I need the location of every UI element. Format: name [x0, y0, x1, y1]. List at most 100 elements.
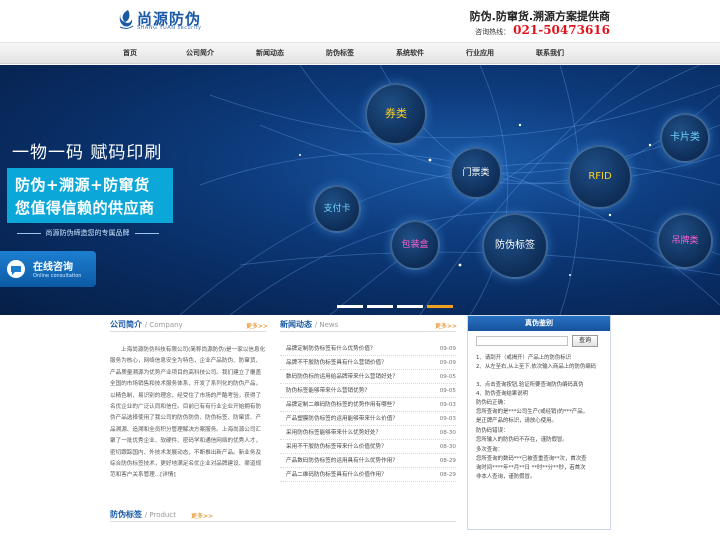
- hero-banner[interactable]: 一物一码 赋码印刷 防伪+溯源+防窜货 您值得信赖的供应商 尚源防伪缔造您的专属…: [0, 65, 720, 315]
- product-title: 防伪标签: [110, 510, 142, 519]
- nav-item-contact[interactable]: 联系我们: [520, 43, 580, 64]
- news-item-date: 08-30: [439, 444, 456, 450]
- news-divider: [280, 331, 456, 332]
- banner-box-line2: 您值得信赖的供应商: [15, 199, 155, 217]
- news-item-title[interactable]: 品牌不干胶防伪标签具有什么营销价值？: [286, 357, 387, 370]
- about-title-en: / Company: [144, 321, 183, 329]
- nav-item-labels[interactable]: 防伪标签: [310, 43, 370, 64]
- about-more-link[interactable]: 更多>>: [246, 321, 268, 330]
- news-more-link[interactable]: 更多>>: [435, 321, 457, 330]
- bubble-security-labels[interactable]: 防伪标签: [482, 213, 548, 279]
- bubble-cards[interactable]: 卡片类: [660, 113, 710, 163]
- news-item[interactable]: 采用不干胶防伪标签带来什么价值优势？ 08-30: [280, 441, 456, 454]
- bubble-packaging-box[interactable]: 包装盒: [390, 220, 440, 270]
- verify-title: 真伪鉴别: [468, 316, 610, 331]
- hotline: 咨询热线： 021-50473616: [475, 23, 610, 37]
- news-item-date: 09-03: [439, 402, 456, 408]
- verify-instruction: 3、点击查询按钮,验证所要查询防伪编码真伪: [476, 382, 584, 388]
- news-item-date: 09-05: [439, 388, 456, 394]
- banner-highlight-box: 防伪+溯源+防窜货 您值得信赖的供应商: [7, 168, 173, 223]
- chat-icon: [7, 260, 25, 278]
- news-item-title[interactable]: 采用防伪标签能够带来什么优势好处？: [286, 427, 381, 440]
- nav-item-software[interactable]: 系统软件: [380, 43, 440, 64]
- news-section-title: 新闻动态 / News: [280, 319, 338, 330]
- bubble-rfid[interactable]: RFID: [568, 145, 632, 209]
- news-item-title[interactable]: 防伪标签能够带来什么营销优势？: [286, 385, 370, 398]
- site-header: 尚源防伪 SHANG YUAN security 防伪.防窜货.溯源方案提供商 …: [0, 0, 720, 42]
- news-item-date: 08-30: [439, 430, 456, 436]
- verify-result-heading: 多次查询：: [476, 447, 503, 453]
- news-item[interactable]: 产品数码防伪标签的运用具有什么优势作用？ 08-29: [280, 455, 456, 468]
- verify-instruction: 4、防伪查询结果说明: [476, 391, 528, 397]
- about-divider: [110, 331, 266, 332]
- nav-item-home[interactable]: 首页: [100, 43, 160, 64]
- news-item-date: 09-09: [439, 360, 456, 366]
- verify-instruction: 1、请刮开（或揭开）产品上的防伪标识: [476, 355, 572, 361]
- about-text: 上海尚源防伪科技有限公司(简称尚源防伪)是一家以信息化服务为核心，网络信息安全为…: [110, 347, 266, 479]
- nav-item-about[interactable]: 公司简介: [170, 43, 230, 64]
- slide-dot-1[interactable]: [337, 305, 363, 308]
- news-item-date: 09-05: [439, 374, 456, 380]
- news-item[interactable]: 产品塑膜防伪标签的运用能够带来什么价值？ 09-03: [280, 413, 456, 426]
- news-item-title[interactable]: 采用不干胶防伪标签带来什么价值优势？: [286, 441, 387, 454]
- verify-result-text: 是正牌产品的标识，请放心使用。: [476, 418, 557, 424]
- banner-tagline: 尚源防伪缔造您的专属品牌: [0, 228, 175, 238]
- banner-box-line1: 防伪+溯源+防窜货: [15, 176, 150, 194]
- verify-result-text: 您所查询的数码***已被查重查询**次，首次查: [476, 456, 587, 462]
- product-title-en: / Product: [144, 511, 176, 519]
- product-section-title: 防伪标签 / Product: [110, 509, 176, 520]
- verify-result-text: 询时间****年**月**日 **时**分**秒，若首次: [476, 465, 586, 471]
- verify-result-text: 您所输入的防伪码不存在，谨防假冒。: [476, 437, 568, 443]
- consult-title: 在线咨询: [33, 262, 73, 273]
- about-section-title: 公司简介 / Company: [110, 319, 183, 330]
- verify-result-heading: 防伪码正确：: [476, 400, 509, 406]
- product-divider: [110, 521, 456, 522]
- news-item-date: 08-29: [439, 458, 456, 464]
- header-slogan: 防伪.防窜货.溯源方案提供商: [469, 10, 610, 23]
- hotline-number: 021-50473616: [513, 23, 610, 37]
- news-item-title[interactable]: 数码防伪标的运用给品牌带来什么营销好处？: [286, 371, 398, 384]
- bubble-tickets[interactable]: 门票类: [450, 147, 502, 199]
- slide-dot-4-active[interactable]: [427, 305, 453, 308]
- news-item[interactable]: 产品二维码防伪标签具有什么价值作用？ 08-29: [280, 469, 456, 482]
- news-item-title[interactable]: 产品二维码防伪标签具有什么价值作用？: [286, 469, 387, 482]
- nav-item-news[interactable]: 新闻动态: [240, 43, 300, 64]
- hotline-label: 咨询热线：: [475, 28, 511, 36]
- verify-result-heading: 防伪码错误：: [476, 428, 509, 434]
- news-item[interactable]: 采用防伪标签能够带来什么优势好处？ 08-30: [280, 427, 456, 440]
- news-item-title[interactable]: 产品塑膜防伪标签的运用能够带来什么价值？: [286, 413, 398, 426]
- product-more-link[interactable]: 更多>>: [191, 511, 213, 520]
- slide-dot-3[interactable]: [397, 305, 423, 308]
- news-item-date: 08-29: [439, 472, 456, 478]
- news-item[interactable]: 品牌定制防伪标签有什么优势价值？ 09-09: [280, 343, 456, 356]
- verify-result-text: 您所查询的是***公司生产(或经销)的***产品，: [476, 409, 589, 415]
- news-item-date: 09-03: [439, 416, 456, 422]
- about-title: 公司简介: [110, 320, 142, 329]
- news-item[interactable]: 数码防伪标的运用给品牌带来什么营销好处？ 09-05: [280, 371, 456, 384]
- query-button[interactable]: 查询: [572, 335, 598, 347]
- news-item-title[interactable]: 品牌定制二维码防伪标签的优势作用有哪些？: [286, 399, 398, 412]
- news-title-en: / News: [314, 321, 339, 329]
- slide-dot-2[interactable]: [367, 305, 393, 308]
- news-item-date: 09-09: [439, 346, 456, 352]
- nav-item-industry[interactable]: 行业应用: [450, 43, 510, 64]
- news-item-title[interactable]: 品牌定制防伪标签有什么优势价值？: [286, 343, 376, 356]
- logo-subtitle: SHANG YUAN security: [137, 25, 202, 31]
- main-nav: 首页 公司简介 新闻动态 防伪标签 系统软件 行业应用 联系我们: [0, 42, 720, 64]
- bubble-payment-card[interactable]: 支付卡: [313, 185, 361, 233]
- consult-subtitle: Online consultation: [33, 273, 82, 279]
- bubble-coupons[interactable]: 券类: [365, 83, 427, 145]
- news-item-title[interactable]: 产品数码防伪标签的运用具有什么优势作用？: [286, 455, 398, 468]
- logo-icon[interactable]: [118, 9, 134, 29]
- verify-result-text: 非本人查询，谨防假冒。: [476, 474, 536, 480]
- news-item[interactable]: 防伪标签能够带来什么营销优势？ 09-05: [280, 385, 456, 398]
- news-item[interactable]: 品牌不干胶防伪标签具有什么营销价值？ 09-09: [280, 357, 456, 370]
- news-title: 新闻动态: [280, 320, 312, 329]
- bubble-hang-tags[interactable]: 吊牌类: [657, 213, 713, 269]
- online-consult-button[interactable]: 在线咨询 Online consultation: [0, 251, 96, 287]
- banner-title: 一物一码 赋码印刷: [12, 143, 163, 163]
- news-item[interactable]: 品牌定制二维码防伪标签的优势作用有哪些？ 09-03: [280, 399, 456, 412]
- verify-panel: 真伪鉴别 查询 1、请刮开（或揭开）产品上的防伪标识 2、从左至右,从上至下,依…: [467, 315, 611, 530]
- code-input[interactable]: [476, 336, 568, 346]
- verify-instruction: 2、从左至右,从上至下,依次输入商品上的防伪编码: [476, 364, 597, 370]
